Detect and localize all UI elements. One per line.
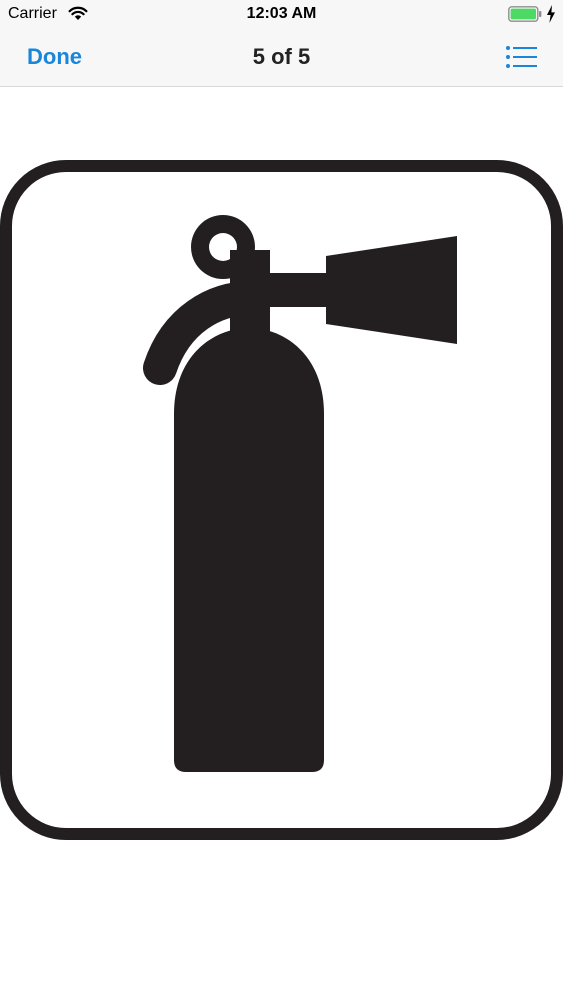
photo-viewer-screen: Carrier 12:03 AM Done 5 of 5 [0, 0, 563, 1000]
done-button[interactable]: Done [27, 44, 82, 70]
fire-extinguisher-sign-icon [0, 160, 563, 840]
image-viewer[interactable] [0, 88, 563, 1000]
navigation-bar: Done 5 of 5 [0, 30, 563, 87]
list-icon[interactable] [505, 45, 539, 69]
charging-bolt-icon [547, 5, 555, 23]
status-bar: Carrier 12:03 AM [0, 0, 563, 30]
clock: 12:03 AM [246, 5, 317, 22]
page-counter-title: 5 of 5 [252, 44, 311, 69]
battery-icon [508, 6, 542, 22]
